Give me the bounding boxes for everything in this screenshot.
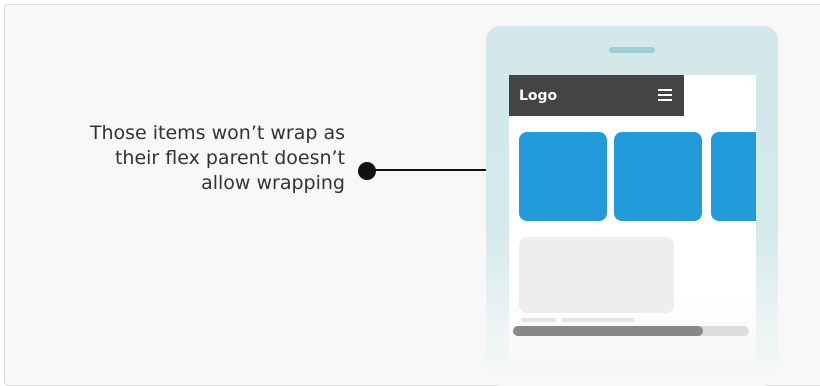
flex-item — [519, 132, 607, 221]
text-placeholder-line — [521, 318, 556, 322]
flex-item — [711, 132, 756, 221]
horizontal-scrollbar[interactable] — [513, 326, 749, 336]
logo[interactable]: Logo — [519, 87, 557, 105]
flex-item — [614, 132, 702, 221]
pointer-dot — [358, 162, 376, 180]
phone-speaker — [609, 47, 655, 53]
navbar: Logo — [509, 75, 684, 116]
annotation-line-1: Those items won’t wrap as — [89, 122, 345, 144]
text-placeholder-line — [561, 318, 635, 322]
scrollbar-thumb[interactable] — [513, 326, 703, 336]
content-placeholder — [519, 237, 674, 313]
hamburger-icon[interactable] — [658, 89, 672, 101]
annotation-line-3: allow wrapping — [201, 172, 345, 194]
annotation-line-2: their flex parent doesn’t — [114, 147, 345, 169]
annotation-text: Those items won’t wrap as their flex par… — [40, 121, 345, 196]
phone-screen: Logo — [509, 75, 756, 365]
